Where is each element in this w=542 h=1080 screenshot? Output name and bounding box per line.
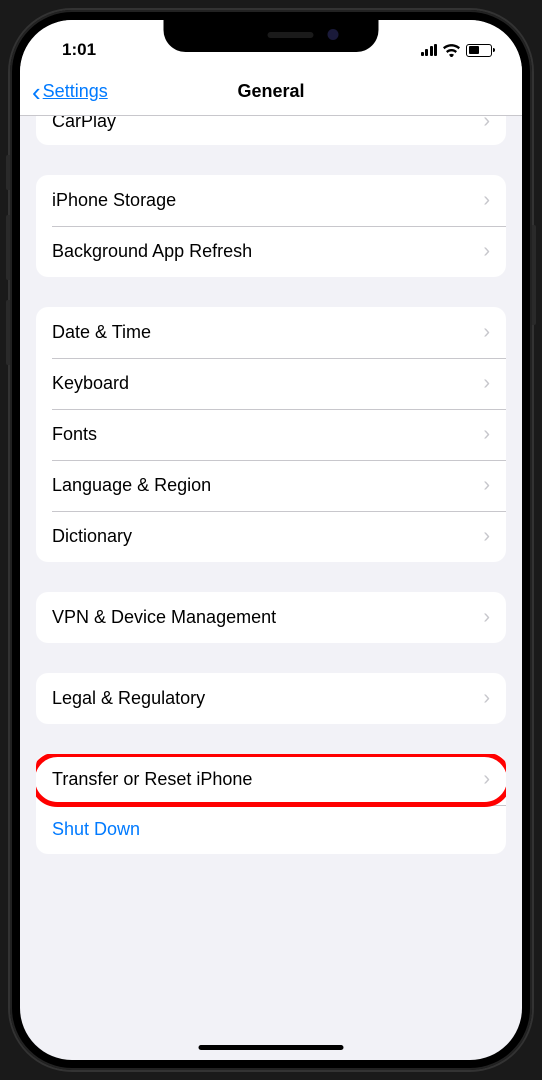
row-fonts[interactable]: Fonts › xyxy=(36,409,506,460)
row-label: VPN & Device Management xyxy=(52,607,276,628)
row-label: iPhone Storage xyxy=(52,190,176,211)
row-transfer-reset[interactable]: Transfer or Reset iPhone › xyxy=(36,754,506,805)
side-button-right xyxy=(532,225,536,325)
chevron-right-icon: › xyxy=(483,321,490,344)
home-indicator[interactable] xyxy=(199,1045,344,1050)
row-date-time[interactable]: Date & Time › xyxy=(36,307,506,358)
row-label: Transfer or Reset iPhone xyxy=(52,769,252,790)
wifi-icon xyxy=(443,44,460,57)
back-label: Settings xyxy=(43,81,108,102)
phone-frame: 1:01 ‹ Settings General CarPlay›iPhone S… xyxy=(10,10,532,1070)
chevron-right-icon: › xyxy=(483,606,490,629)
row-label: CarPlay xyxy=(52,116,116,132)
settings-section: Legal & Regulatory › xyxy=(36,673,506,724)
row-label: Dictionary xyxy=(52,526,132,547)
page-title: General xyxy=(237,81,304,102)
nav-bar: ‹ Settings General xyxy=(20,68,522,116)
notch xyxy=(164,20,379,52)
status-icons xyxy=(421,44,493,57)
row-dictionary[interactable]: Dictionary › xyxy=(36,511,506,562)
row-vpn-device[interactable]: VPN & Device Management › xyxy=(36,592,506,643)
chevron-right-icon: › xyxy=(483,474,490,497)
settings-section: CarPlay › xyxy=(36,116,506,145)
chevron-right-icon: › xyxy=(483,240,490,263)
side-buttons-left xyxy=(6,155,10,385)
chevron-right-icon: › xyxy=(483,768,490,791)
phone-screen: 1:01 ‹ Settings General CarPlay›iPhone S… xyxy=(20,20,522,1060)
row-label: Language & Region xyxy=(52,475,211,496)
row-carplay[interactable]: CarPlay › xyxy=(36,116,506,145)
chevron-right-icon: › xyxy=(483,372,490,395)
cellular-signal-icon xyxy=(421,44,438,56)
row-label: Date & Time xyxy=(52,322,151,343)
settings-section: Date & Time›Keyboard›Fonts›Language & Re… xyxy=(36,307,506,562)
chevron-right-icon: › xyxy=(483,525,490,548)
chevron-right-icon: › xyxy=(483,189,490,212)
battery-icon xyxy=(466,44,492,57)
settings-section: Transfer or Reset iPhone › Shut Down xyxy=(36,754,506,854)
row-iphone-storage[interactable]: iPhone Storage › xyxy=(36,175,506,226)
chevron-right-icon: › xyxy=(483,116,490,133)
row-label: Shut Down xyxy=(52,819,140,840)
row-keyboard[interactable]: Keyboard › xyxy=(36,358,506,409)
chevron-left-icon: ‹ xyxy=(32,79,41,105)
back-button[interactable]: ‹ Settings xyxy=(32,79,108,105)
chevron-right-icon: › xyxy=(483,687,490,710)
settings-section: iPhone Storage › Background App Refresh › xyxy=(36,175,506,277)
row-label: Fonts xyxy=(52,424,97,445)
chevron-right-icon: › xyxy=(483,423,490,446)
settings-section: VPN & Device Management › xyxy=(36,592,506,643)
row-label: Keyboard xyxy=(52,373,129,394)
content-scroll[interactable]: CarPlay›iPhone Storage›Background App Re… xyxy=(20,116,522,1060)
row-label: Background App Refresh xyxy=(52,241,252,262)
status-time: 1:01 xyxy=(62,40,96,60)
row-background-refresh[interactable]: Background App Refresh › xyxy=(36,226,506,277)
row-label: Legal & Regulatory xyxy=(52,688,205,709)
row-language-region[interactable]: Language & Region › xyxy=(36,460,506,511)
row-legal[interactable]: Legal & Regulatory › xyxy=(36,673,506,724)
row-shutdown[interactable]: Shut Down xyxy=(36,805,506,854)
